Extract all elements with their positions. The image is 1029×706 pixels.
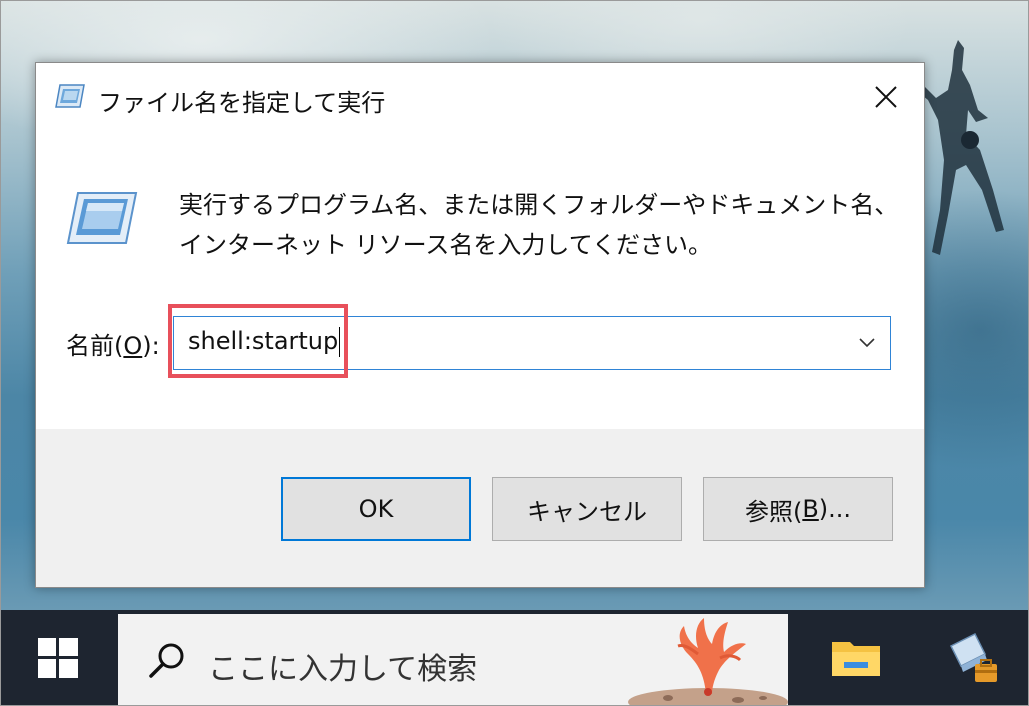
file-explorer-button[interactable] [826,630,886,686]
browse-label-accesskey: B [802,495,819,523]
search-icon [149,643,184,678]
cancel-button[interactable]: キャンセル [492,477,682,541]
name-label-prefix: 名前( [66,332,124,360]
chevron-down-icon [859,338,875,348]
command-combobox[interactable]: shell:startup [173,316,891,370]
run-program-icon [66,192,138,244]
command-input[interactable]: shell:startup [188,327,341,357]
browse-label-prefix: 参照( [744,497,803,526]
search-highlight-coral-image [628,618,788,706]
windows-start-icon [37,638,78,678]
taskbar: ここに入力して検索 [0,610,1029,706]
dialog-description: 実行するプログラム名、または開くフォルダーやドキュメント名、インターネット リソ… [179,191,899,259]
browse-label-suffix: )... [818,495,852,523]
dialog-button-area: OK キャンセル 参照(B)... [36,429,924,587]
browse-button[interactable]: 参照(B)... [703,477,893,541]
text-caret [339,327,341,357]
ok-button[interactable]: OK [281,477,471,541]
taskbar-search-box[interactable]: ここに入力して検索 [118,614,788,706]
person-silhouette-image [918,40,1004,255]
command-value: shell:startup [188,327,339,355]
run-dialog: ファイル名を指定して実行 実行するプログラム名、または開くフォルダーやドキュメン… [35,62,925,588]
control-panel-button[interactable] [943,630,1003,686]
title-bar[interactable]: ファイル名を指定して実行 [36,63,924,133]
close-button[interactable] [856,75,916,119]
run-icon [55,84,85,108]
dropdown-button[interactable] [852,327,882,359]
close-icon [875,86,897,108]
name-label: 名前(O): [66,326,160,361]
start-button[interactable] [0,610,115,706]
file-explorer-icon [832,642,880,676]
dialog-title: ファイル名を指定して実行 [98,89,386,117]
name-label-accesskey: O [123,332,143,360]
name-label-suffix: ): [142,332,160,360]
control-panel-icon [949,632,997,682]
search-placeholder: ここに入力して検索 [208,652,478,687]
